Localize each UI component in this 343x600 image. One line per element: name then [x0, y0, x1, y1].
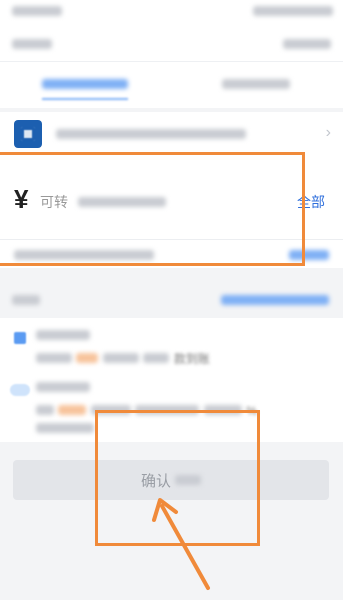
- notes-section-header: [0, 285, 343, 315]
- bank-logo-icon: [14, 120, 42, 148]
- confirm-label: 确认: [140, 472, 171, 490]
- note-text: %: [36, 402, 257, 420]
- bank-card-selector[interactable]: ›: [0, 112, 343, 156]
- header-action-button[interactable]: [283, 36, 331, 54]
- list-item: 款到账: [0, 326, 343, 374]
- status-icons: [253, 6, 333, 16]
- chevron-right-icon: ›: [325, 124, 331, 141]
- fee-description: [14, 250, 154, 260]
- note-title: [36, 330, 90, 340]
- tab-active-indicator: [42, 98, 128, 100]
- transfer-all-button[interactable]: 全部: [297, 192, 325, 212]
- tab-active-label: [42, 79, 128, 89]
- amount-row: ¥ 可转 全部: [0, 156, 343, 240]
- fee-detail-link[interactable]: [289, 250, 329, 260]
- info-icon: [14, 332, 26, 344]
- status-time: [12, 6, 62, 16]
- cloud-icon: [10, 384, 30, 396]
- bank-card-name: [56, 129, 246, 139]
- back-button[interactable]: [12, 36, 52, 54]
- nav-header: [0, 22, 343, 62]
- header-action-label: [283, 39, 331, 49]
- status-bar: [0, 0, 343, 22]
- confirm-button-wrap: 确认: [13, 460, 329, 500]
- amount-input[interactable]: [40, 192, 250, 216]
- tab-other-label: [222, 79, 290, 89]
- transfer-page: › ¥ 可转 全部 款到账 % 确认: [0, 0, 343, 600]
- currency-symbol: ¥: [14, 184, 29, 214]
- notes-list: 款到账 %: [0, 318, 343, 442]
- note-text-fragment: 款到账: [173, 352, 210, 367]
- amount-card: ¥ 可转 全部: [0, 156, 343, 268]
- note-text-fragment: %: [246, 403, 257, 418]
- confirm-label-suffix: [175, 475, 201, 485]
- list-item: %: [0, 378, 343, 442]
- back-label: [12, 39, 52, 49]
- tab-active[interactable]: [42, 76, 128, 100]
- confirm-button[interactable]: 确认: [13, 460, 329, 500]
- fee-row: [0, 240, 343, 268]
- tab-other[interactable]: [222, 76, 290, 98]
- transfer-tabs: [0, 62, 343, 108]
- note-title: [36, 382, 90, 392]
- notes-section-link[interactable]: [221, 295, 329, 305]
- notes-section-title: [12, 295, 40, 305]
- note-text: 款到账: [36, 350, 210, 368]
- note-text-line-2: [36, 420, 94, 438]
